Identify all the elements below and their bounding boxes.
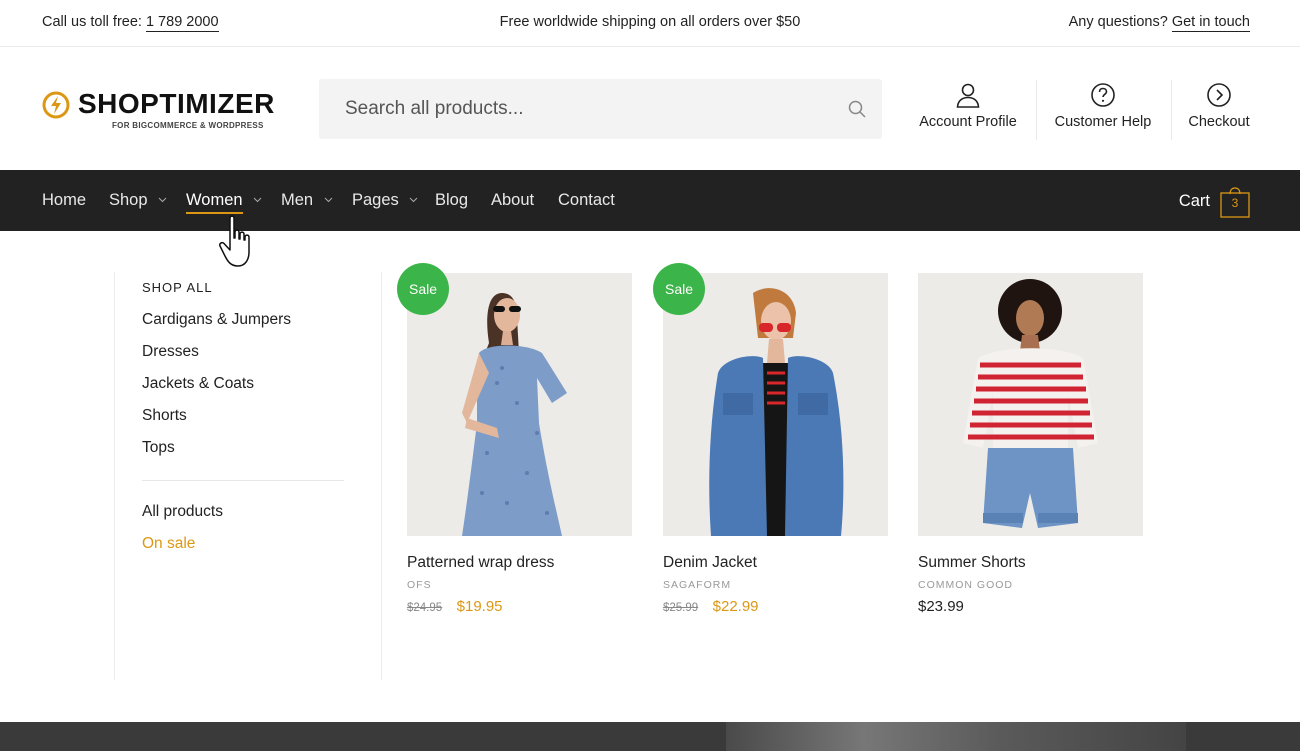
- nav-item-about[interactable]: About: [491, 191, 534, 210]
- cart-count: 3: [1231, 196, 1239, 210]
- product-title[interactable]: Summer Shorts: [918, 554, 1026, 572]
- nav-item-contact[interactable]: Contact: [558, 191, 615, 210]
- call-us-label: Call us toll free:: [42, 14, 142, 30]
- nav-item-label: Men: [281, 191, 314, 209]
- hero-banner-edge: [0, 722, 1300, 751]
- woman-in-wrap-dress-image: [407, 273, 632, 536]
- product-brand: SAGAFORM: [663, 579, 732, 591]
- nav-item-label: Home: [42, 191, 87, 209]
- nav-item-blog[interactable]: Blog: [435, 191, 468, 210]
- nav-item-label: Shop: [109, 191, 148, 209]
- chevron-down-icon: [158, 197, 167, 202]
- mega-menu-divider: [114, 272, 115, 680]
- questions: Any questions? Get in touch: [1068, 14, 1250, 32]
- search-icon[interactable]: [848, 100, 866, 118]
- checkout-link[interactable]: Checkout: [1186, 82, 1252, 130]
- product-image[interactable]: [407, 273, 632, 536]
- woman-in-denim-jacket-image: [663, 273, 888, 536]
- checkout-label: Checkout: [1188, 114, 1250, 130]
- product-brand: COMMON GOOD: [918, 579, 1013, 591]
- original-price: $24.95: [407, 602, 443, 614]
- category-link[interactable]: Dresses: [142, 343, 199, 361]
- account-profile-label: Account Profile: [919, 114, 1017, 130]
- nav-item-label: Contact: [558, 191, 615, 209]
- product-price: $25.99 $22.99: [663, 598, 759, 616]
- cart-link[interactable]: Cart 3: [1130, 186, 1250, 220]
- sale-badge: Sale: [653, 263, 705, 315]
- account-profile-link[interactable]: Account Profile: [918, 82, 1018, 130]
- help-icon: [1091, 83, 1115, 107]
- chevron-down-icon: [324, 197, 333, 202]
- product-title[interactable]: Denim Jacket: [663, 554, 757, 572]
- category-link[interactable]: Shorts: [142, 407, 187, 425]
- site-header: SHOPTIMIZER FOR BIGCOMMERCE & WORDPRESS …: [0, 48, 1300, 170]
- call-us: Call us toll free: 1 789 2000: [42, 14, 219, 32]
- nav-item-label: Women: [186, 191, 243, 214]
- all-products-link[interactable]: All products: [142, 503, 223, 521]
- sale-price: $19.95: [456, 598, 503, 615]
- logo-wordmark: SHOPTIMIZER: [78, 88, 275, 119]
- on-sale-link[interactable]: On sale: [142, 535, 195, 553]
- customer-help-label: Customer Help: [1054, 114, 1152, 130]
- nav-item-men[interactable]: Men: [281, 191, 333, 210]
- product-title[interactable]: Patterned wrap dress: [407, 554, 554, 572]
- site-logo[interactable]: SHOPTIMIZER FOR BIGCOMMERCE & WORDPRESS: [42, 88, 282, 135]
- nav-item-label: About: [491, 191, 535, 209]
- header-divider: [1171, 80, 1172, 140]
- nav-item-women[interactable]: Women: [186, 191, 262, 214]
- sale-badge: Sale: [397, 263, 449, 315]
- sale-price: $22.99: [712, 598, 759, 615]
- nav-item-pages[interactable]: Pages: [352, 191, 418, 210]
- nav-item-home[interactable]: Home: [42, 191, 86, 210]
- original-price: $25.99: [663, 602, 699, 614]
- product-price: $24.95 $19.95: [407, 598, 503, 616]
- user-icon: [956, 83, 980, 108]
- logo-tagline: FOR BIGCOMMERCE & WORDPRESS: [112, 121, 264, 130]
- mega-menu-heading: SHOP ALL: [142, 280, 213, 295]
- regular-price: $23.99: [918, 598, 964, 615]
- header-divider: [1036, 80, 1037, 140]
- nav-item-shop[interactable]: Shop: [109, 191, 167, 210]
- cart-label: Cart: [1178, 192, 1210, 210]
- search-box: [319, 79, 882, 139]
- product-brand: OFS: [407, 579, 432, 591]
- chevron-down-icon: [410, 197, 418, 202]
- category-link[interactable]: Jackets & Coats: [142, 375, 254, 393]
- hand-pointer-cursor-icon: [219, 215, 250, 267]
- category-link[interactable]: Cardigans & Jumpers: [142, 311, 291, 329]
- get-in-touch-link[interactable]: Get in touch: [1171, 14, 1250, 32]
- product-price: $23.99: [918, 598, 964, 616]
- product-image[interactable]: [663, 273, 888, 536]
- chevron-down-icon: [253, 197, 262, 202]
- product-image[interactable]: [918, 273, 1143, 536]
- chevron-right-circle-icon: [1207, 83, 1231, 107]
- main-nav: Home Shop Women Men Pages Blog About Con…: [0, 170, 1300, 231]
- questions-label: Any questions?: [1068, 14, 1168, 30]
- customer-help-link[interactable]: Customer Help: [1052, 82, 1154, 130]
- nav-item-label: Pages: [352, 191, 399, 209]
- category-link[interactable]: Tops: [142, 439, 175, 457]
- phone-link[interactable]: 1 789 2000: [145, 14, 219, 32]
- search-input[interactable]: [319, 79, 882, 139]
- woman-in-striped-top-image: [918, 273, 1143, 536]
- top-bar: Call us toll free: 1 789 2000 Free world…: [0, 0, 1300, 47]
- lightning-logo-icon: [42, 91, 70, 119]
- hero-image: [726, 722, 1186, 751]
- nav-item-label: Blog: [435, 191, 469, 209]
- mega-menu-separator: [142, 480, 344, 481]
- mega-menu-divider: [381, 272, 382, 680]
